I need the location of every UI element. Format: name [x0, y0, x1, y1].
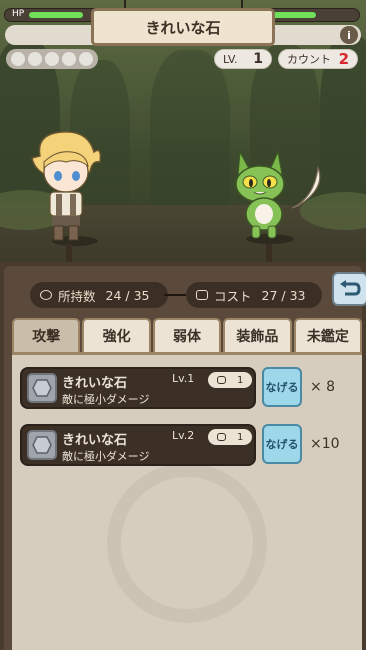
player-hp-fill: [29, 12, 83, 18]
item-cost: 1: [208, 429, 252, 445]
tree-decoration: [150, 50, 230, 210]
hp-label: HP: [12, 9, 25, 19]
category-tabs: 攻撃 強化 弱体 装飾品 未鑑定: [12, 318, 363, 352]
turn-dots: [6, 49, 98, 69]
item-level: Lv.2: [172, 429, 195, 442]
count-pill: カウント 2: [278, 49, 358, 69]
item-cost-value: 1: [236, 431, 244, 443]
level-label: LV.: [223, 52, 238, 66]
cost-bar: コスト 27 / 33: [186, 282, 322, 308]
turn-dot: [11, 52, 25, 66]
enemy-monster: [235, 149, 321, 239]
level-value: 1: [253, 51, 263, 67]
tab-label: 強化: [102, 329, 131, 345]
count-value: 2: [338, 50, 349, 68]
throw-button[interactable]: なげる: [262, 367, 302, 407]
throw-button[interactable]: なげる: [262, 424, 302, 464]
tab-label: 弱体: [173, 329, 202, 345]
item-list: きれいな石 Lv.1 1 敵に極小ダメージ なげる × 8 きれいな石 Lv.2: [12, 352, 362, 650]
weight-icon: [216, 433, 226, 441]
cost-value: 27 / 33: [261, 287, 306, 303]
item-panel: 所持数 24 / 35 コスト 27 / 33 攻撃 強化 弱体 装飾品 未鑑定: [0, 262, 366, 650]
level-pill: LV. 1: [214, 49, 272, 69]
item-quantity: ×10: [310, 436, 340, 452]
turn-dot: [79, 52, 93, 66]
item-name: きれいな石: [62, 433, 128, 448]
item-level: Lv.1: [172, 372, 195, 385]
stone-icon: [27, 373, 57, 403]
item-cost: 1: [208, 372, 252, 388]
enemy-hp-bar: [264, 8, 360, 22]
enemy-hp-fill: [269, 12, 316, 18]
list-item[interactable]: きれいな石 Lv.1 1 敵に極小ダメージ: [20, 367, 256, 409]
item-quantity: × 8: [310, 379, 336, 395]
battle-scene: HP 1/ きれいな石 i LV. 1 カウント 2: [0, 0, 366, 262]
emblem-watermark: [107, 463, 267, 623]
tab-unidentified[interactable]: 未鑑定: [293, 318, 363, 352]
post-decoration: [66, 244, 72, 262]
tab-accessory[interactable]: 装飾品: [223, 318, 292, 352]
owned-label: 所持数: [58, 288, 96, 304]
turn-dot: [62, 52, 76, 66]
item-description: 敵に極小ダメージ: [62, 450, 150, 463]
stage-title-plate: きれいな石: [91, 8, 275, 46]
item-panel-inner: 所持数 24 / 35 コスト 27 / 33 攻撃 強化 弱体 装飾品 未鑑定: [4, 266, 366, 650]
info-button[interactable]: i: [340, 26, 358, 44]
weight-icon: [196, 290, 208, 300]
tab-attack[interactable]: 攻撃: [12, 318, 81, 352]
player-character: [31, 131, 102, 241]
cost-label: コスト: [214, 288, 252, 304]
count-label: カウント: [287, 53, 331, 66]
bag-icon: [40, 290, 52, 300]
owned-value: 24 / 35: [105, 287, 150, 303]
turn-dot: [45, 52, 59, 66]
turn-dot: [28, 52, 42, 66]
weight-icon: [216, 376, 226, 384]
tab-label: 装飾品: [236, 329, 279, 345]
back-button[interactable]: [332, 272, 366, 306]
list-item[interactable]: きれいな石 Lv.2 1 敵に極小ダメージ: [20, 424, 256, 466]
tab-label: 攻撃: [32, 329, 61, 345]
tab-label: 未鑑定: [306, 329, 349, 345]
return-arrow-icon: [340, 280, 361, 296]
tab-enhance[interactable]: 強化: [82, 318, 151, 352]
owned-count-bar: 所持数 24 / 35: [30, 282, 168, 308]
item-cost-value: 1: [236, 374, 244, 386]
item-description: 敵に極小ダメージ: [62, 393, 150, 406]
item-name: きれいな石: [62, 376, 128, 391]
tab-debuff[interactable]: 弱体: [152, 318, 222, 352]
stone-icon: [27, 430, 57, 460]
post-decoration: [266, 244, 272, 262]
